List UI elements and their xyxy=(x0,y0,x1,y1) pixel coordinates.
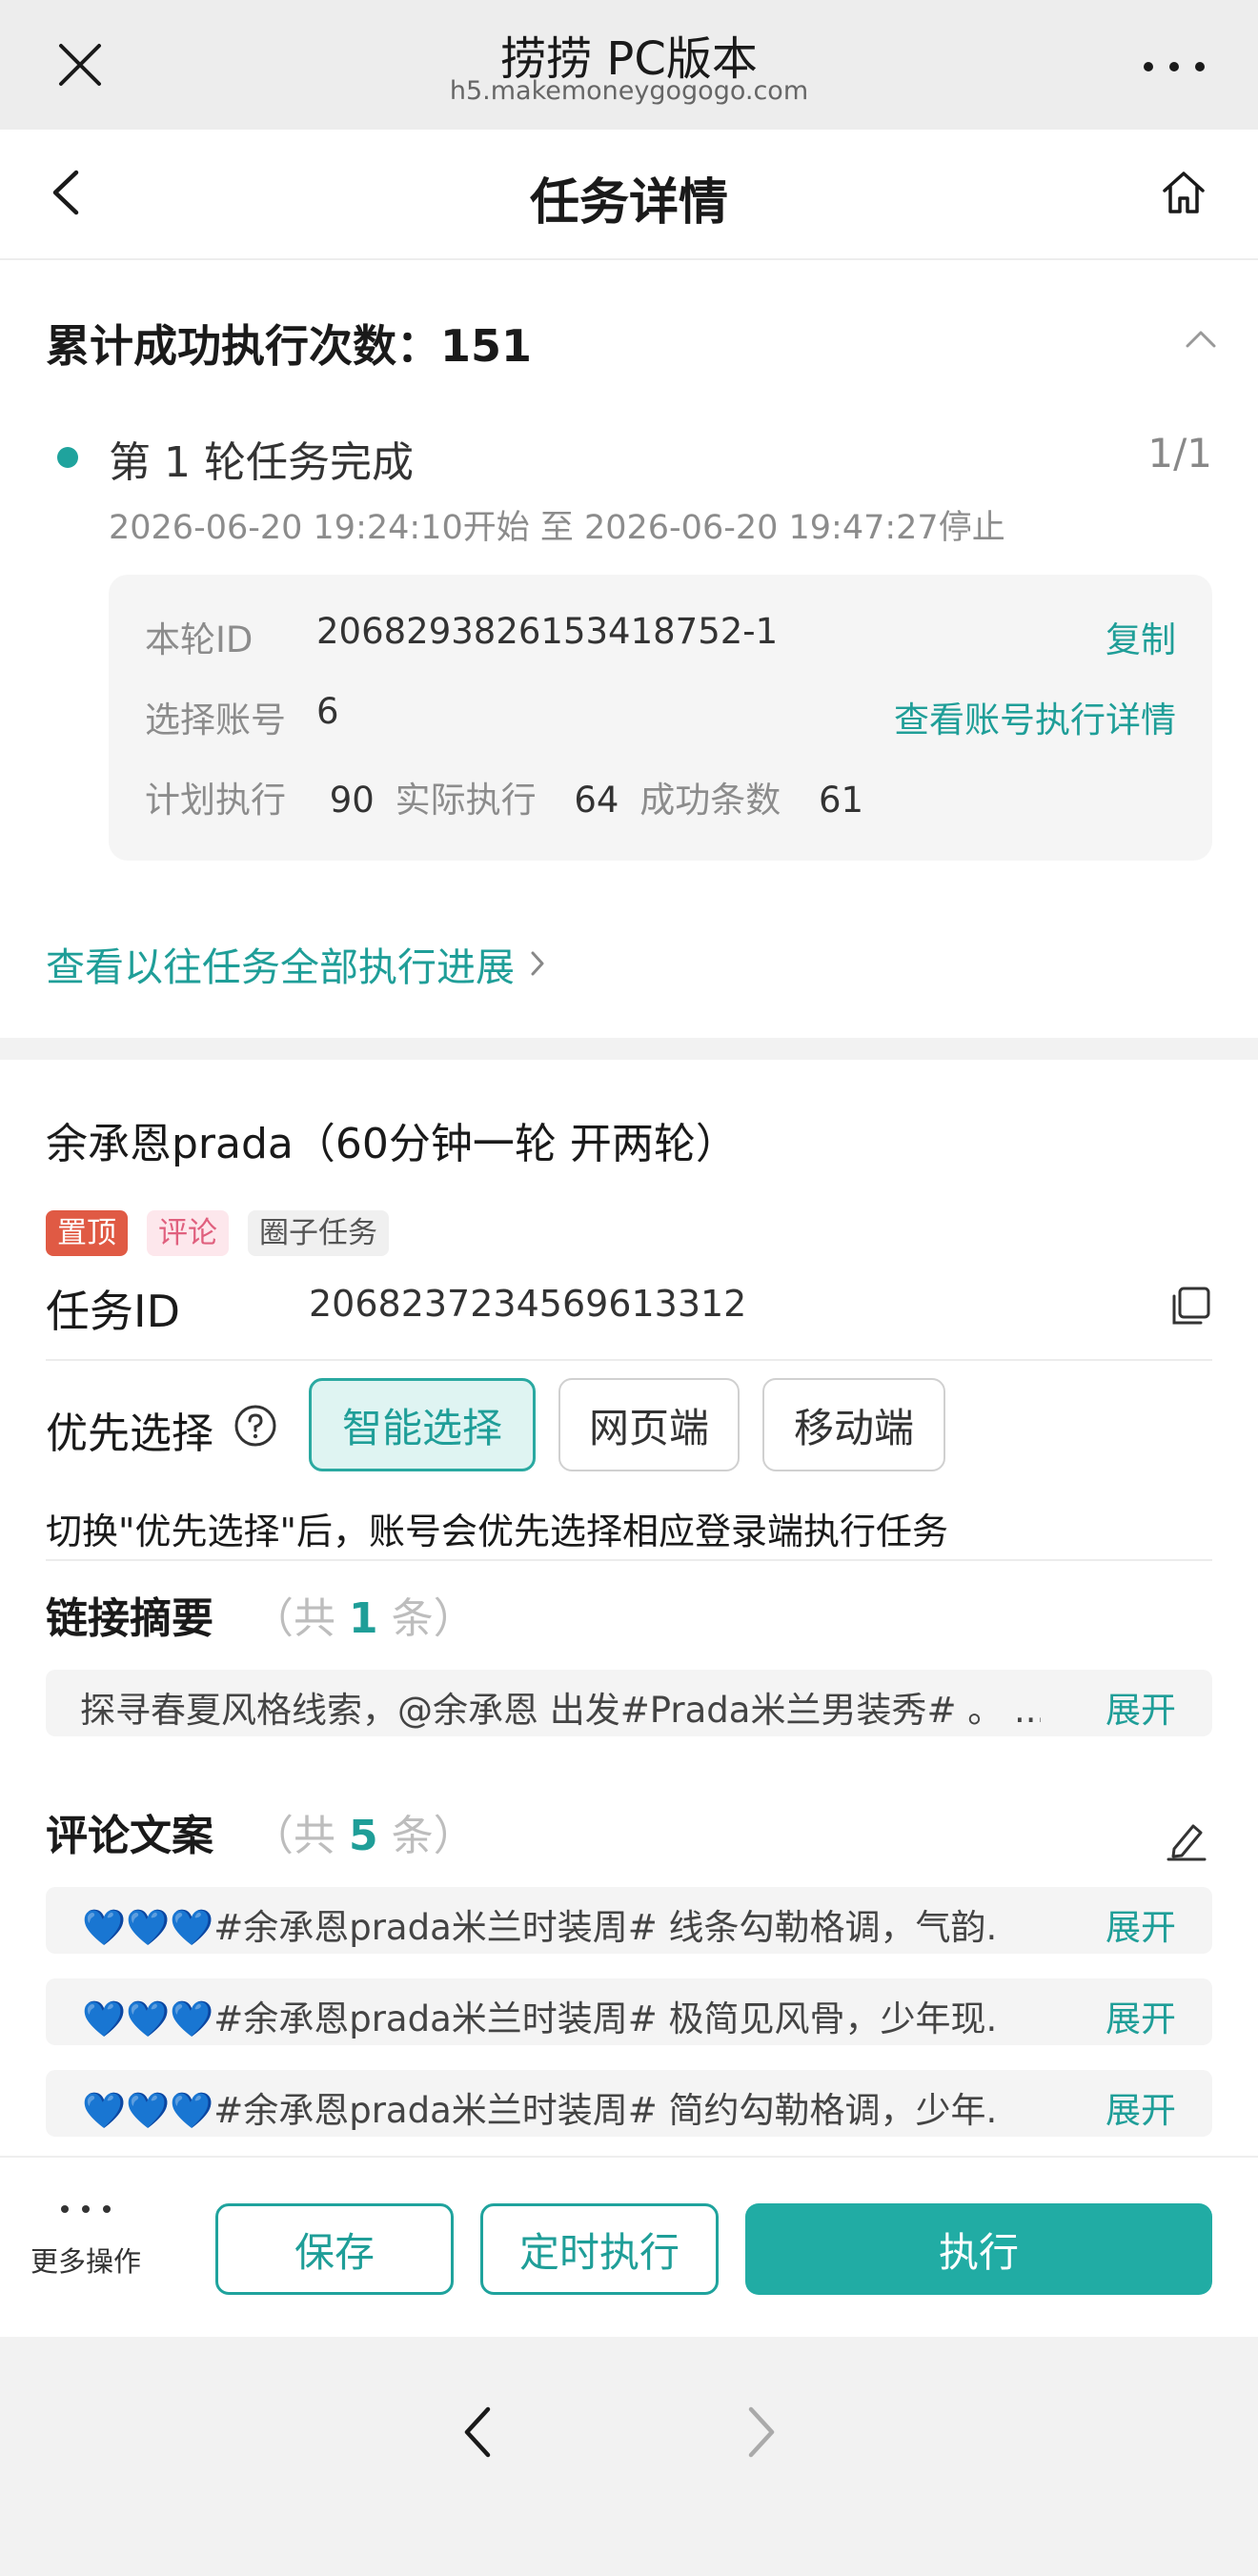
account-details-link[interactable]: 查看账号执行详情 xyxy=(894,691,1176,742)
comment-item: 💙💙💙#余承恩prada米兰时装周# 简约勾勒格调，少年. 展开 xyxy=(46,2070,1212,2137)
comments-title: 评论文案 xyxy=(46,1812,213,1860)
tag-circle-task: 圈子任务 xyxy=(248,1210,389,1256)
tag-comment: 评论 xyxy=(147,1210,229,1256)
total-success-count: 累计成功执行次数：151 xyxy=(46,320,533,372)
round-detail-card: 本轮ID 2068293826153418752-1 复制 选择账号 6 查看账… xyxy=(109,575,1212,861)
divider xyxy=(46,1359,1212,1361)
task-name: 余承恩prada（60分钟一轮 开两轮） xyxy=(46,1120,738,1168)
chevron-right-icon xyxy=(531,951,544,976)
links-count: （共 1 条） xyxy=(252,1594,476,1643)
browser-top-bar: 捞捞 PC版本 h5.makemoneygogogo.com xyxy=(0,0,1258,130)
comment-text: 💙💙💙#余承恩prada米兰时装周# 线条勾勒格调，气韵. xyxy=(82,1907,998,1948)
history-progress-link[interactable]: 查看以往任务全部执行进展 xyxy=(46,935,547,992)
progress-section: 累计成功执行次数：151 第 1 轮任务完成 1/1 2026-06-20 19… xyxy=(0,260,1258,1038)
execute-button[interactable]: 执行 xyxy=(745,2203,1212,2295)
home-icon[interactable] xyxy=(1159,168,1212,221)
link-summary-text: 探寻春夏风格线索，@余承恩 出发#Prada米兰男装秀# 。 ... xyxy=(80,1690,1041,1731)
browser-forward-icon[interactable] xyxy=(743,2404,801,2470)
links-section-title: 链接摘要 （共 1 条） xyxy=(46,1584,476,1645)
links-title: 链接摘要 xyxy=(46,1594,213,1643)
comment-text: 💙💙💙#余承恩prada米兰时装周# 简约勾勒格调，少年. xyxy=(82,2090,998,2131)
browser-url: h5.makemoneygogogo.com xyxy=(449,76,809,106)
execution-stats-row: 计划执行 90 实际执行 64 成功条数 61 xyxy=(145,771,863,822)
comments-section-title: 评论文案 （共 5 条） xyxy=(46,1801,476,1862)
comment-text: 💙💙💙#余承恩prada米兰时装周# 极简见风骨，少年现. xyxy=(82,1998,998,2039)
round-id-label: 本轮ID xyxy=(145,619,254,660)
history-link-label: 查看以往任务全部执行进展 xyxy=(46,944,515,990)
link-summary-item: 探寻春夏风格线索，@余承恩 出发#Prada米兰男装秀# 。 ... 展开 xyxy=(46,1670,1212,1736)
blue-heart-icon: 💙💙💙 xyxy=(82,2090,214,2131)
browser-back-icon[interactable] xyxy=(457,2404,515,2470)
save-button[interactable]: 保存 xyxy=(215,2203,454,2295)
edit-icon[interactable] xyxy=(1165,1818,1208,1862)
more-dots-icon xyxy=(21,2200,151,2219)
blue-heart-icon: 💙💙💙 xyxy=(82,1907,214,1948)
accounts-value: 6 xyxy=(316,691,339,732)
copy-link[interactable]: 复制 xyxy=(1106,611,1176,662)
round-count: 1/1 xyxy=(1147,430,1212,477)
success-value: 61 xyxy=(819,780,864,821)
task-section: 余承恩prada（60分钟一轮 开两轮） 置顶 评论 圈子任务 任务ID 206… xyxy=(0,1060,1258,2156)
priority-option-web[interactable]: 网页端 xyxy=(558,1378,740,1471)
app-header: 任务详情 xyxy=(0,130,1258,260)
help-icon[interactable] xyxy=(233,1403,278,1449)
task-id-label: 任务ID xyxy=(46,1286,180,1337)
tag-row: 置顶 评论 圈子任务 xyxy=(46,1210,389,1256)
accounts-row: 选择账号 6 xyxy=(145,691,339,742)
chevron-up-icon[interactable] xyxy=(1182,323,1220,352)
expand-link[interactable]: 展开 xyxy=(1106,1990,1176,2041)
more-actions-button[interactable]: 更多操作 xyxy=(21,2200,151,2280)
divider xyxy=(46,1559,1212,1561)
copy-icon[interactable] xyxy=(1168,1285,1212,1329)
actual-label: 实际执行 xyxy=(395,780,537,821)
round-title: 第 1 轮任务完成 xyxy=(109,438,414,487)
tag-pinned: 置顶 xyxy=(46,1210,128,1256)
action-bar: 更多操作 保存 定时执行 执行 xyxy=(0,2156,1258,2337)
expand-link[interactable]: 展开 xyxy=(1106,2081,1176,2133)
accounts-label: 选择账号 xyxy=(145,700,286,740)
round-id-row: 本轮ID 2068293826153418752-1 xyxy=(145,611,778,662)
expand-link[interactable]: 展开 xyxy=(1106,1681,1176,1733)
round-id-value: 2068293826153418752-1 xyxy=(316,611,779,652)
planned-value: 90 xyxy=(329,780,375,821)
blue-heart-icon: 💙💙💙 xyxy=(82,1998,214,2039)
comments-count: （共 5 条） xyxy=(252,1812,476,1860)
priority-hint: 切换"优先选择"后，账号会优先选择相应登录端执行任务 xyxy=(46,1511,948,1552)
priority-option-mobile[interactable]: 移动端 xyxy=(762,1378,945,1471)
actual-value: 64 xyxy=(574,780,619,821)
comment-item: 💙💙💙#余承恩prada米兰时装周# 极简见风骨，少年现. 展开 xyxy=(46,1978,1212,2045)
task-id-value: 2068237234569613312 xyxy=(309,1283,747,1325)
expand-link[interactable]: 展开 xyxy=(1106,1898,1176,1950)
page-title: 任务详情 xyxy=(529,174,728,232)
scheduled-execute-button[interactable]: 定时执行 xyxy=(480,2203,719,2295)
round-time: 2026-06-20 19:24:10开始 至 2026-06-20 19:47… xyxy=(109,509,1005,547)
priority-option-smart[interactable]: 智能选择 xyxy=(309,1378,536,1471)
more-menu-icon[interactable] xyxy=(1144,48,1205,86)
browser-bottom-nav xyxy=(0,2337,1258,2576)
success-label: 成功条数 xyxy=(639,780,781,821)
comment-item: 💙💙💙#余承恩prada米兰时装周# 线条勾勒格调，气韵. 展开 xyxy=(46,1887,1212,1954)
status-dot xyxy=(57,447,78,468)
more-actions-label: 更多操作 xyxy=(30,2245,141,2278)
planned-label: 计划执行 xyxy=(145,780,286,821)
priority-label: 优先选择 xyxy=(46,1410,213,1458)
